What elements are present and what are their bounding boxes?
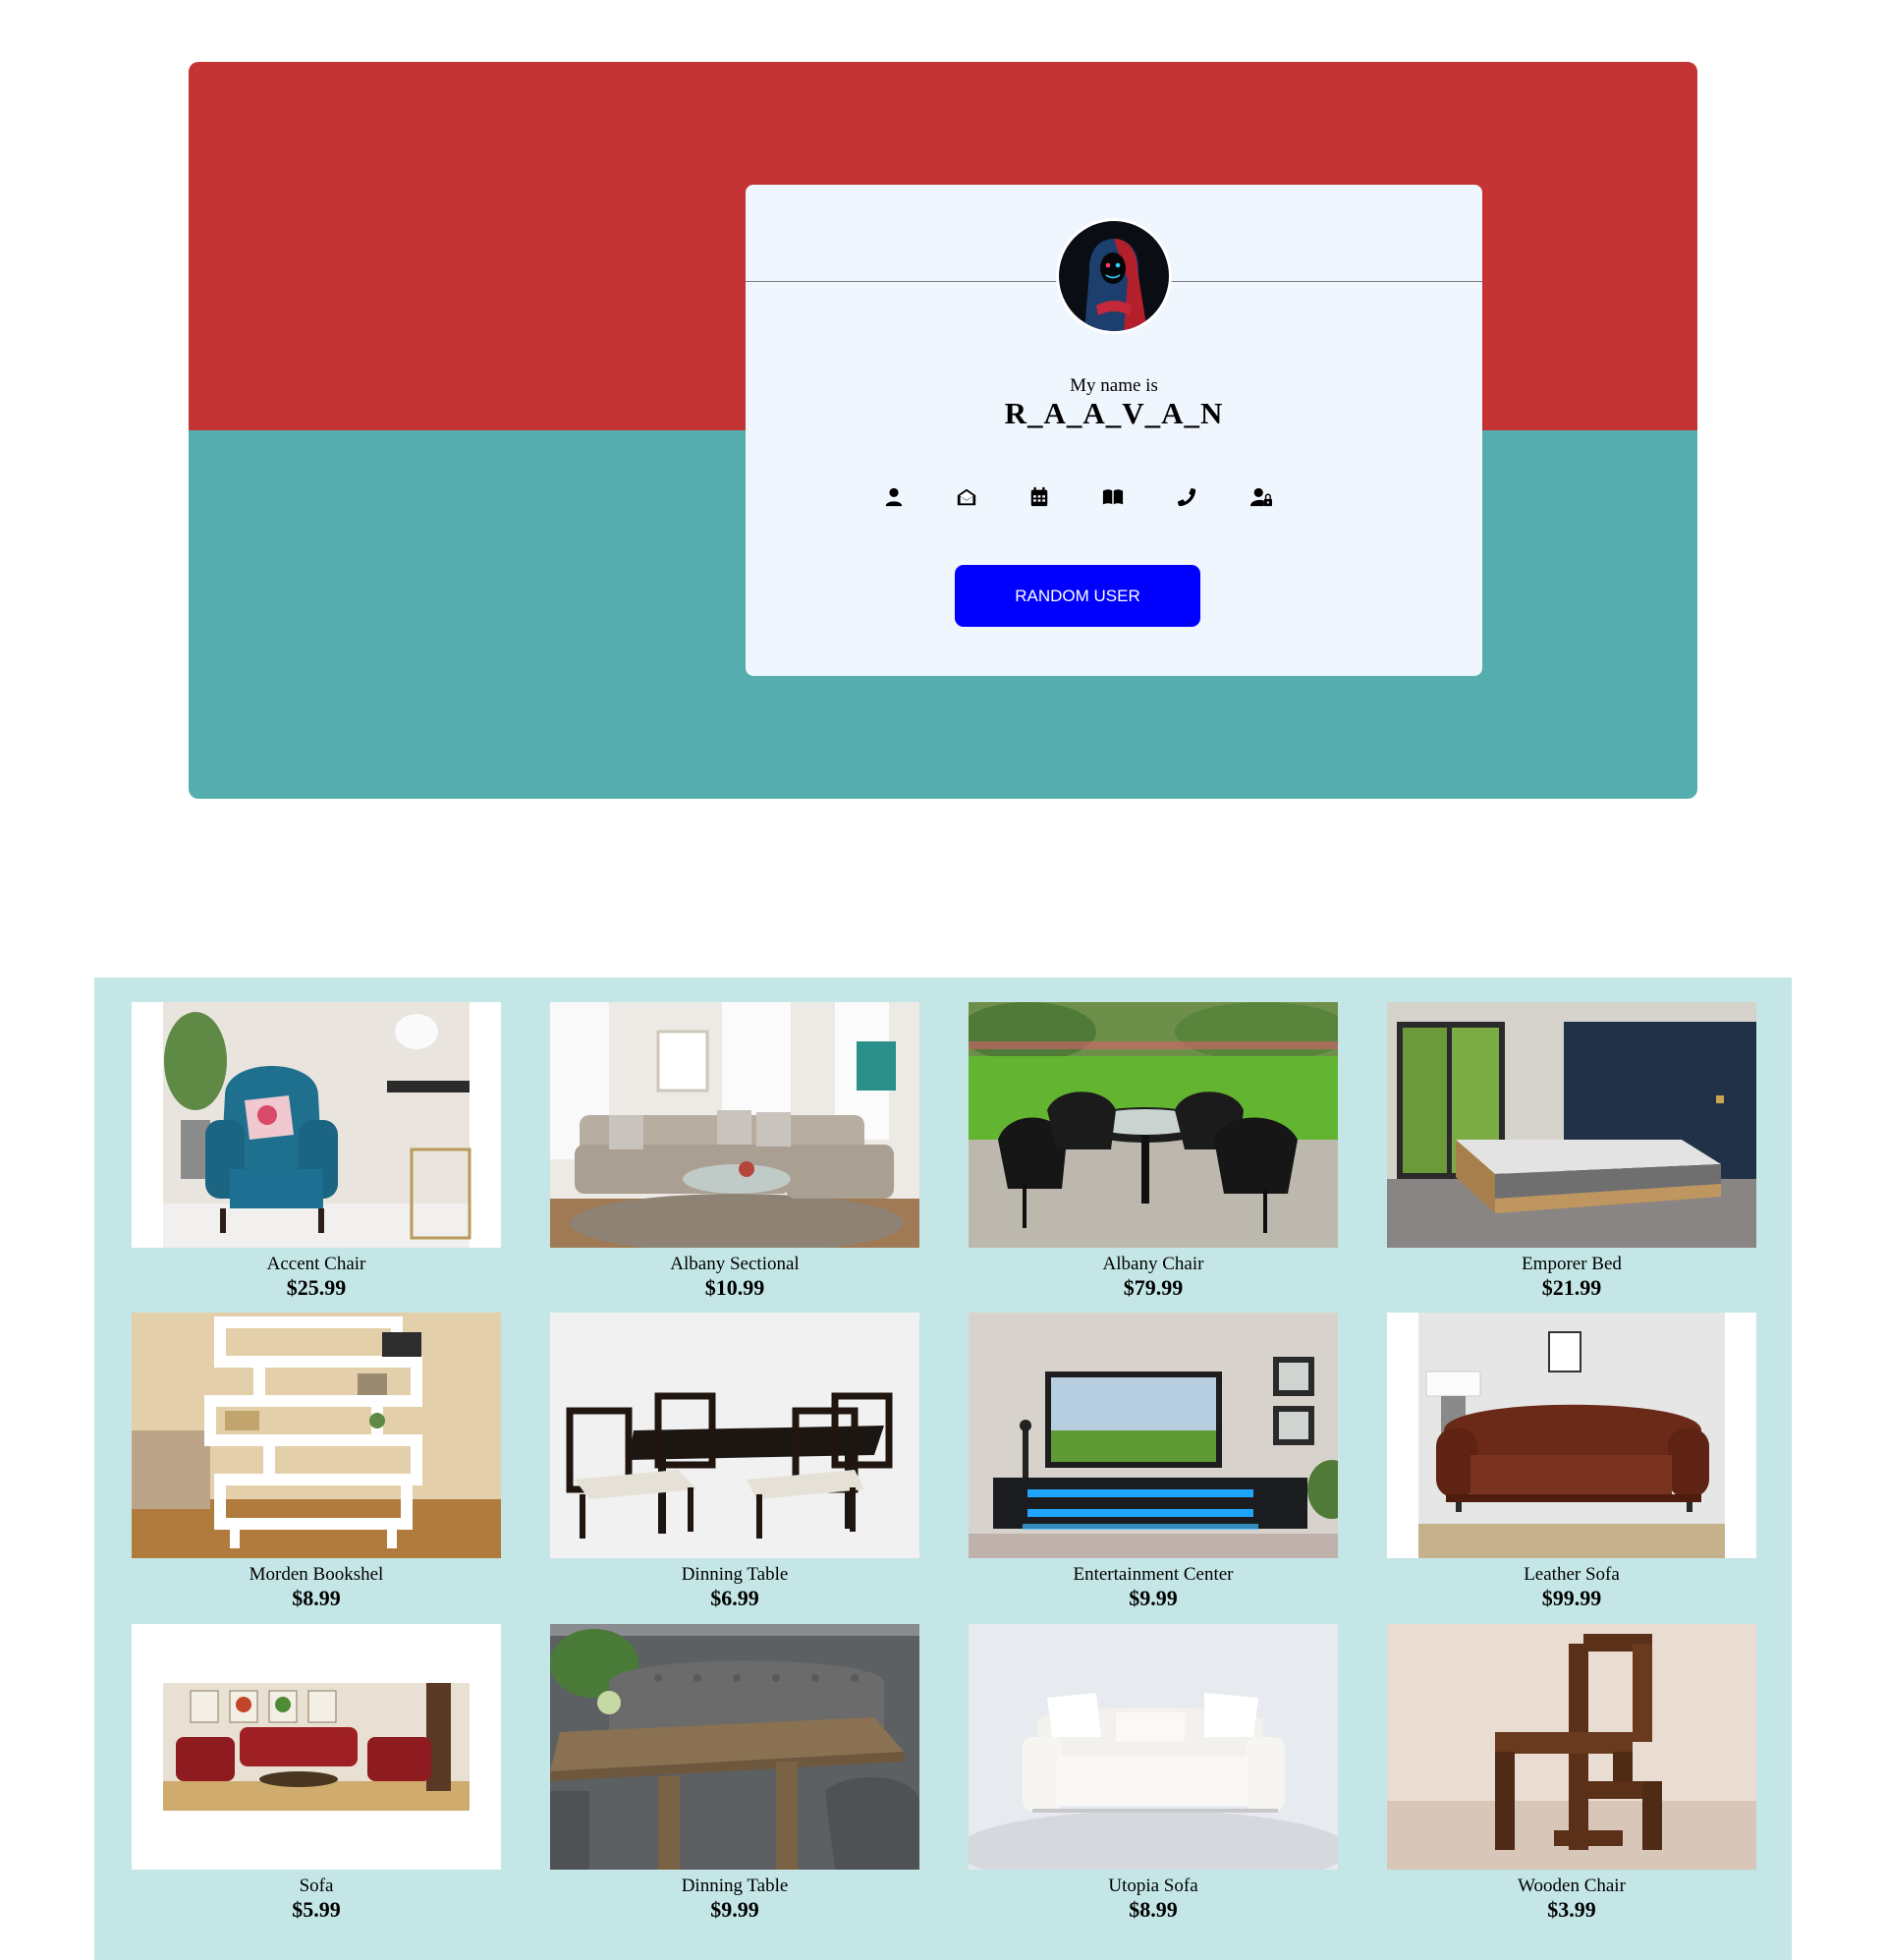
random-user-button[interactable]: RANDOM USER: [955, 565, 1200, 627]
product-price: $21.99: [1541, 1275, 1602, 1300]
product-card[interactable]: Morden Bookshel $8.99: [132, 1313, 501, 1617]
product-image-albany-chair[interactable]: [969, 1002, 1338, 1248]
avatar: [1056, 218, 1172, 334]
product-price: $8.99: [1129, 1897, 1178, 1922]
product-card[interactable]: Leather Sofa $99.99: [1387, 1313, 1756, 1617]
product-price: $9.99: [710, 1897, 759, 1922]
product-price: $8.99: [292, 1586, 341, 1610]
product-card[interactable]: Accent Chair $25.99: [132, 1002, 501, 1307]
products-grid: Accent Chair $25.99 Albany Sectional $10…: [94, 978, 1792, 1960]
product-name: Leather Sofa: [1524, 1564, 1620, 1585]
envelope-open-icon[interactable]: [956, 486, 979, 510]
user-icon[interactable]: [883, 486, 907, 510]
product-image-accent-chair[interactable]: [132, 1002, 501, 1248]
product-card[interactable]: Utopia Sofa $8.99: [969, 1624, 1338, 1929]
product-name: Utopia Sofa: [1108, 1876, 1198, 1896]
name-label: My name is: [1070, 375, 1158, 396]
product-name: Wooden Chair: [1518, 1876, 1626, 1896]
product-image-leather-sofa[interactable]: [1387, 1313, 1756, 1558]
product-image-dinning-table[interactable]: [550, 1313, 919, 1558]
product-image-emporer-bed[interactable]: [1387, 1002, 1756, 1248]
product-name: Albany Sectional: [670, 1254, 800, 1274]
product-card[interactable]: Entertainment Center $9.99: [969, 1313, 1338, 1617]
product-card[interactable]: Emporer Bed $21.99: [1387, 1002, 1756, 1307]
product-price: $10.99: [704, 1275, 765, 1300]
product-price: $6.99: [710, 1586, 759, 1610]
product-image-utopia-sofa[interactable]: [969, 1624, 1338, 1870]
product-card[interactable]: Wooden Chair $3.99: [1387, 1624, 1756, 1929]
product-name: Accent Chair: [266, 1254, 366, 1274]
profile-icon-bar: [883, 486, 1305, 514]
product-card[interactable]: Dinning Table $6.99: [550, 1313, 919, 1617]
product-image-sofa[interactable]: [132, 1624, 501, 1870]
profile-hero: My name is R_A_A_V_A_N RANDOM USER: [189, 62, 1697, 799]
product-image-albany-sectional[interactable]: [550, 1002, 919, 1248]
book-open-icon[interactable]: [1102, 486, 1126, 510]
profile-card: My name is R_A_A_V_A_N RANDOM USER: [746, 185, 1482, 676]
phone-icon[interactable]: [1176, 486, 1199, 510]
product-name: Albany Chair: [1102, 1254, 1204, 1274]
product-price: $25.99: [286, 1275, 347, 1300]
product-name: Dinning Table: [681, 1876, 789, 1896]
product-name: Morden Bookshel: [249, 1564, 384, 1585]
product-image-entertainment-center[interactable]: [969, 1313, 1338, 1558]
product-image-wooden-chair[interactable]: [1387, 1624, 1756, 1870]
product-price: $99.99: [1541, 1586, 1602, 1610]
product-price: $5.99: [292, 1897, 341, 1922]
product-card[interactable]: Sofa $5.99: [132, 1624, 501, 1929]
name-value: R_A_A_V_A_N: [1004, 396, 1224, 430]
product-name: Sofa: [299, 1876, 334, 1896]
product-name: Emporer Bed: [1522, 1254, 1622, 1274]
product-image-morden-bookshel[interactable]: [132, 1313, 501, 1558]
product-name: Entertainment Center: [1073, 1564, 1234, 1585]
product-card[interactable]: Albany Chair $79.99: [969, 1002, 1338, 1307]
product-name: Dinning Table: [681, 1564, 789, 1585]
calendar-icon[interactable]: [1028, 486, 1052, 510]
hooded-figure-avatar: [1059, 221, 1169, 331]
product-card[interactable]: Dinning Table $9.99: [550, 1624, 919, 1929]
product-price: $3.99: [1547, 1897, 1596, 1922]
product-card[interactable]: Albany Sectional $10.99: [550, 1002, 919, 1307]
product-price: $9.99: [1129, 1586, 1178, 1610]
product-image-dinning-table-2[interactable]: [550, 1624, 919, 1870]
user-lock-icon[interactable]: [1250, 486, 1274, 510]
product-price: $79.99: [1123, 1275, 1184, 1300]
